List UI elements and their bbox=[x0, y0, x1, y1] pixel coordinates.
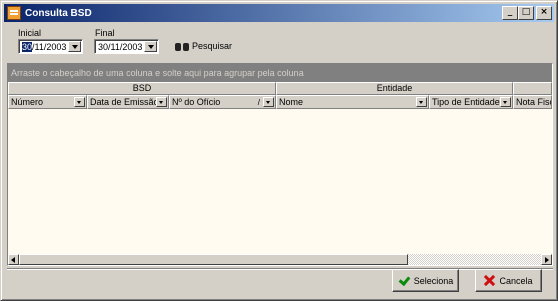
checkmark-icon bbox=[398, 276, 410, 286]
filter-dropdown-icon[interactable] bbox=[263, 97, 274, 107]
window-title: Consulta BSD bbox=[25, 7, 92, 19]
cancel-label: Cancela bbox=[499, 275, 533, 286]
sort-indicator-icon: / bbox=[257, 97, 260, 107]
chevron-down-icon[interactable] bbox=[68, 41, 81, 52]
filter-dropdown-icon[interactable] bbox=[416, 97, 427, 107]
select-button[interactable]: Seleciona bbox=[392, 269, 459, 292]
column-label: Nº do Ofício bbox=[172, 97, 221, 107]
column-header-row: Número Data de Emissão Nº do Ofício / No… bbox=[8, 95, 552, 109]
maximize-button[interactable]: □ bbox=[518, 6, 534, 20]
band-header-row: BSD Entidade bbox=[8, 82, 552, 95]
band-bsd[interactable]: BSD bbox=[8, 82, 276, 95]
filter-dropdown-icon[interactable] bbox=[156, 97, 167, 107]
scroll-track[interactable] bbox=[19, 254, 541, 265]
final-date-value: 30/11/2003 bbox=[98, 41, 143, 52]
bottom-panel bbox=[7, 268, 553, 294]
column-nome[interactable]: Nome bbox=[276, 95, 429, 109]
cancel-button[interactable]: Cancela bbox=[475, 269, 542, 292]
search-label: Pesquisar bbox=[192, 41, 233, 51]
column-nota-fiscal[interactable]: Nota Fisca bbox=[513, 95, 552, 109]
column-data-emissao[interactable]: Data de Emissão bbox=[87, 95, 169, 109]
initial-date-picker[interactable]: 30/11/2003 bbox=[18, 39, 83, 54]
column-label: Número bbox=[11, 97, 44, 107]
column-tipo-entidade[interactable]: Tipo de Entidade bbox=[429, 95, 513, 109]
minimize-button[interactable]: _ bbox=[502, 6, 518, 20]
group-by-panel[interactable]: Arraste o cabeçalho de uma coluna e solt… bbox=[8, 64, 552, 82]
select-label: Seleciona bbox=[413, 275, 454, 286]
scroll-thumb[interactable] bbox=[19, 254, 408, 265]
final-date-label: Final bbox=[95, 28, 115, 38]
column-label: Nome bbox=[279, 97, 304, 107]
binoculars-icon bbox=[175, 41, 189, 51]
results-grid[interactable]: Arraste o cabeçalho de uma coluna e solt… bbox=[7, 63, 553, 266]
column-label: Tipo de Entidade bbox=[432, 97, 500, 107]
initial-date-day-selected: 30 bbox=[22, 41, 33, 52]
initial-date-label: Inicial bbox=[18, 28, 42, 38]
final-date-picker[interactable]: 30/11/2003 bbox=[94, 39, 159, 54]
filter-dropdown-icon[interactable] bbox=[500, 97, 511, 107]
search-button[interactable]: Pesquisar bbox=[175, 41, 232, 51]
scroll-left-icon[interactable] bbox=[8, 254, 19, 265]
column-label: Data de Emissão bbox=[90, 97, 156, 107]
horizontal-scrollbar[interactable] bbox=[8, 254, 552, 265]
close-button[interactable]: × bbox=[536, 6, 552, 20]
group-by-hint: Arraste o cabeçalho de uma coluna e solt… bbox=[11, 68, 304, 78]
scroll-right-icon[interactable] bbox=[541, 254, 552, 265]
consulta-bsd-window: Consulta BSD _ □ × Inicial 30/11/2003 Fi… bbox=[0, 0, 558, 301]
filter-dropdown-icon[interactable] bbox=[74, 97, 85, 107]
title-bar[interactable]: Consulta BSD _ □ × bbox=[4, 4, 554, 22]
band-entidade[interactable]: Entidade bbox=[276, 82, 513, 95]
band-extra[interactable] bbox=[513, 82, 552, 95]
close-icon bbox=[484, 275, 495, 286]
column-label: Nota Fisca bbox=[516, 97, 551, 107]
chevron-down-icon[interactable] bbox=[144, 41, 157, 52]
initial-date-rest: /11/2003 bbox=[32, 41, 67, 52]
column-numero[interactable]: Número bbox=[8, 95, 87, 109]
column-numero-oficio[interactable]: Nº do Ofício / bbox=[169, 95, 276, 109]
app-icon bbox=[7, 6, 21, 20]
